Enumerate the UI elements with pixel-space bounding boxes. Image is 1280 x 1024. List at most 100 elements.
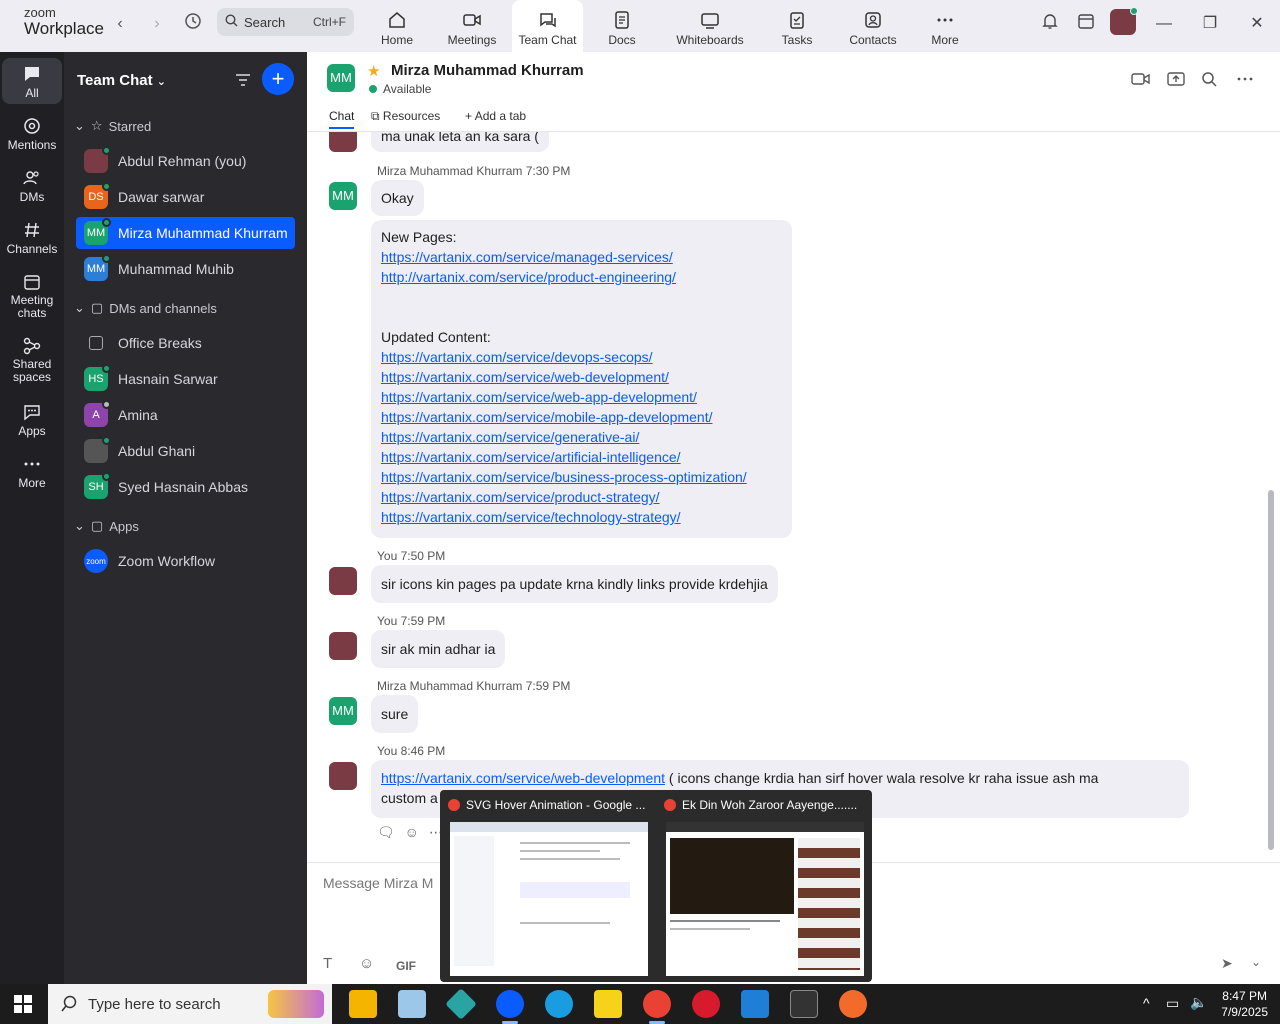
- video-call-icon[interactable]: [1131, 70, 1151, 88]
- star-filled-icon[interactable]: ★: [367, 62, 380, 80]
- link[interactable]: https://vartanix.com/service/technology-…: [381, 507, 782, 527]
- taskbar-search[interactable]: Type here to search: [48, 984, 332, 1024]
- avatar[interactable]: [329, 567, 357, 595]
- chevron-up-icon[interactable]: ^: [1143, 995, 1150, 1011]
- scrollbar[interactable]: [1267, 132, 1275, 862]
- send-icon[interactable]: ➤: [1221, 955, 1233, 972]
- tab-docs[interactable]: Docs: [600, 0, 644, 52]
- link[interactable]: https://vartanix.com/service/managed-ser…: [381, 247, 782, 267]
- calendar-icon[interactable]: [1074, 12, 1098, 36]
- avatar[interactable]: [329, 632, 357, 660]
- paint-icon[interactable]: [398, 990, 426, 1018]
- chrome-icon[interactable]: [643, 990, 671, 1024]
- sidebar-chat-item[interactable]: Abdul Ghani: [76, 435, 295, 467]
- history-icon[interactable]: [181, 12, 205, 36]
- message-bubble[interactable]: ma unak leta an ka sara (: [371, 132, 549, 152]
- back-icon[interactable]: ‹: [108, 12, 132, 36]
- vscode-icon[interactable]: [741, 990, 769, 1018]
- app-icon[interactable]: [445, 988, 477, 1020]
- link[interactable]: https://vartanix.com/service/artificial-…: [381, 447, 782, 467]
- avatar[interactable]: [1110, 7, 1138, 35]
- link[interactable]: https://vartanix.com/service/generative-…: [381, 427, 782, 447]
- message-list[interactable]: ma unak leta an ka sara ( Mirza Muhammad…: [307, 132, 1267, 862]
- close-icon[interactable]: ✕: [1245, 12, 1269, 36]
- section-starred[interactable]: ⌄ ☆ Starred: [74, 118, 151, 134]
- rail-mentions[interactable]: Mentions: [2, 116, 62, 152]
- rail-shared-spaces[interactable]: Shared spaces: [2, 336, 62, 384]
- tab-whiteboards[interactable]: Whiteboards: [670, 0, 750, 52]
- sidebar-chat-item[interactable]: Office Breaks: [76, 327, 295, 359]
- emoji-icon[interactable]: ☺: [405, 824, 419, 840]
- gif-button[interactable]: GIF: [396, 959, 416, 973]
- scrollbar-thumb[interactable]: [1268, 490, 1274, 850]
- tab-contacts[interactable]: Contacts: [846, 0, 900, 52]
- sidebar-chat-item[interactable]: Abdul Rehman (you): [76, 145, 295, 177]
- link[interactable]: https://vartanix.com/service/web-app-dev…: [381, 387, 782, 407]
- volume-icon[interactable]: 🔈: [1190, 994, 1207, 1011]
- bell-icon[interactable]: [1038, 12, 1062, 36]
- contact-avatar[interactable]: MM: [327, 64, 355, 92]
- sticky-notes-icon[interactable]: [594, 990, 622, 1018]
- message-bubble[interactable]: Okay: [371, 180, 424, 216]
- clock[interactable]: 8:47 PM 7/9/2025: [1221, 988, 1268, 1020]
- sidebar-chat-item[interactable]: MM Mirza Muhammad Khurram: [76, 217, 295, 249]
- file-explorer-icon[interactable]: [349, 990, 377, 1018]
- tab-chat[interactable]: Chat: [329, 109, 355, 129]
- search-icon[interactable]: [1200, 70, 1220, 88]
- sidebar-chat-item[interactable]: zoom Zoom Workflow: [76, 545, 295, 577]
- text-format-icon[interactable]: T: [323, 955, 332, 972]
- message-input[interactable]: Message Mirza M: [323, 875, 433, 891]
- sidebar-chat-item[interactable]: A Amina: [76, 399, 295, 431]
- message-bubble[interactable]: sir icons kin pages pa update krna kindl…: [371, 565, 778, 603]
- terminal-icon[interactable]: [790, 990, 818, 1018]
- screen-share-icon[interactable]: [1166, 70, 1186, 88]
- link[interactable]: http://vartanix.com/service/product-engi…: [381, 267, 782, 287]
- emoji-icon[interactable]: ☺: [359, 955, 374, 972]
- postman-icon[interactable]: [839, 990, 867, 1018]
- rail-all[interactable]: All: [2, 58, 62, 104]
- search-box[interactable]: Search Ctrl+F: [217, 8, 354, 36]
- section-apps[interactable]: ⌄ ▢ Apps: [74, 518, 139, 534]
- sidebar-chat-item[interactable]: DS Dawar sarwar: [76, 181, 295, 213]
- avatar[interactable]: MM: [329, 697, 357, 725]
- link[interactable]: https://vartanix.com/service/product-str…: [381, 487, 782, 507]
- tab-meetings[interactable]: Meetings: [440, 0, 504, 52]
- tab-tasks[interactable]: Tasks: [778, 0, 816, 52]
- windows-start-icon[interactable]: [14, 995, 32, 1018]
- link[interactable]: https://vartanix.com/service/web-develop…: [381, 367, 782, 387]
- more-options-icon[interactable]: [1235, 70, 1255, 88]
- rail-dms[interactable]: DMs: [2, 168, 62, 204]
- contact-name[interactable]: Mirza Muhammad Khurram: [391, 62, 584, 79]
- tab-resources[interactable]: ⧉ Resources: [371, 109, 440, 124]
- zoom-icon[interactable]: [496, 990, 524, 1024]
- chevron-down-icon[interactable]: ⌄: [1251, 955, 1261, 969]
- sidebar-title[interactable]: Team Chat ⌄: [77, 72, 166, 89]
- link[interactable]: https://vartanix.com/service/devops-seco…: [381, 347, 782, 367]
- avatar[interactable]: MM: [329, 182, 357, 210]
- tab-add[interactable]: + Add a tab: [465, 109, 526, 123]
- message-bubble[interactable]: New Pages: https://vartanix.com/service/…: [371, 220, 792, 538]
- tab-more[interactable]: More: [926, 0, 964, 52]
- rail-more[interactable]: More: [2, 454, 62, 490]
- sidebar-chat-item[interactable]: MM Muhammad Muhib: [76, 253, 295, 285]
- edge-icon[interactable]: [545, 990, 573, 1018]
- sidebar-chat-item[interactable]: HS Hasnain Sarwar: [76, 363, 295, 395]
- rail-channels[interactable]: Channels: [2, 220, 62, 256]
- link[interactable]: https://vartanix.com/service/web-develop…: [381, 770, 665, 786]
- preview-window[interactable]: Ek Din Woh Zaroor Aayenge.......: [656, 790, 872, 982]
- rail-apps[interactable]: Apps: [2, 402, 62, 438]
- tab-home[interactable]: Home: [372, 0, 422, 52]
- forward-icon[interactable]: ›: [145, 12, 169, 36]
- link[interactable]: https://vartanix.com/service/business-pr…: [381, 467, 782, 487]
- restore-icon[interactable]: ❐: [1198, 12, 1222, 36]
- section-dms-channels[interactable]: ⌄ ▢ DMs and channels: [74, 300, 217, 316]
- new-chat-button[interactable]: +: [262, 63, 294, 95]
- message-bubble[interactable]: sure: [371, 695, 419, 733]
- avatar[interactable]: [329, 762, 357, 790]
- sidebar-chat-item[interactable]: SH Syed Hasnain Abbas: [76, 471, 295, 503]
- opera-icon[interactable]: [692, 990, 720, 1018]
- network-icon[interactable]: ▭: [1166, 995, 1179, 1012]
- rail-meeting-chats[interactable]: Meeting chats: [2, 272, 62, 320]
- link[interactable]: https://vartanix.com/service/mobile-app-…: [381, 407, 782, 427]
- minimize-icon[interactable]: —: [1152, 12, 1176, 36]
